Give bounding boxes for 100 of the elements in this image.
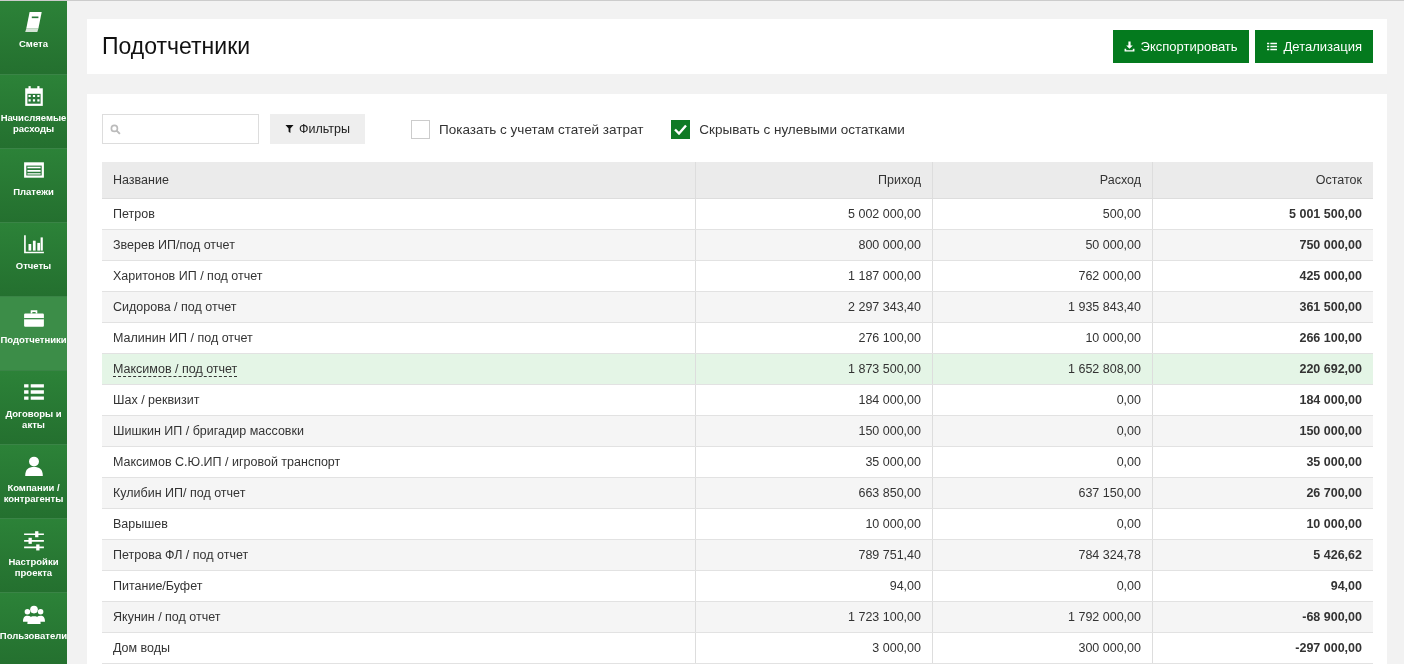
row-name-link[interactable]: Максимов / под отчет <box>113 362 238 377</box>
table-cell: -297 000,00 <box>1295 641 1362 655</box>
table-row[interactable]: Петров 5 002 000,00 500,00 5 001 500,00 <box>102 198 1373 230</box>
table-cell: 50 000,00 <box>1085 238 1141 252</box>
table-cell: 1 935 843,40 <box>1068 300 1141 314</box>
table-cell: Малинин ИП / под отчет <box>113 331 253 345</box>
sidebar-item[interactable]: Компании / контрагенты <box>0 445 67 519</box>
sidebar-item[interactable]: Отчеты <box>0 223 67 297</box>
table-cell: 150 000,00 <box>858 424 921 438</box>
table-cell: Сидорова / под отчет <box>113 300 237 314</box>
table-row[interactable]: Дом воды 3 000,00 300 000,00 -297 000,00 <box>102 632 1373 664</box>
table-cell: Петрова ФЛ / под отчет <box>113 548 249 562</box>
sidebar-item[interactable]: Начисляемые расходы <box>0 75 67 149</box>
search-field[interactable] <box>102 114 259 144</box>
table-row[interactable]: Питание/Буфет 94,00 0,00 94,00 <box>102 570 1373 602</box>
table-cell: 266 100,00 <box>1299 331 1362 345</box>
table-cell: 0,00 <box>1116 455 1141 469</box>
table-cell: 425 000,00 <box>1299 269 1362 283</box>
table-cell: 0,00 <box>1116 424 1141 438</box>
table-cell: 35 000,00 <box>1306 455 1362 469</box>
table-icon <box>22 159 45 181</box>
column-header[interactable]: Приход <box>695 162 933 199</box>
table-cell: 94,00 <box>1330 579 1362 593</box>
table-cell: 5 426,62 <box>1313 548 1362 562</box>
table-cell: Варышев <box>113 517 168 531</box>
briefcase-icon <box>22 307 45 329</box>
table-cell: 750 000,00 <box>1299 238 1362 252</box>
table-cell: 35 000,00 <box>865 455 921 469</box>
table-cell: 0,00 <box>1116 517 1141 531</box>
table-cell: 762 000,00 <box>1078 269 1141 283</box>
table-cell: 2 297 343,40 <box>848 300 921 314</box>
checkbox-label: Скрывать с нулевыми остатками <box>699 121 905 137</box>
table-row[interactable]: Шишкин ИП / бригадир массовки 150 000,00 0,00 150 000,00 <box>102 415 1373 447</box>
table-cell: Питание/Буфет <box>113 579 203 593</box>
table-cell: 361 500,00 <box>1299 300 1362 314</box>
table-cell: 637 150,00 <box>1078 486 1141 500</box>
table-cell: 3 000,00 <box>872 641 921 655</box>
details-button[interactable]: Детализация <box>1254 30 1373 63</box>
users-icon <box>22 603 45 625</box>
table-cell: Харитонов ИП / под отчет <box>113 269 263 283</box>
table-row[interactable]: Максимов / под отчет 1 873 500,00 1 652 808,00 220 692,00 <box>102 353 1373 385</box>
sidebar-item[interactable]: Смета <box>0 1 67 75</box>
table-cell: 150 000,00 <box>1299 424 1362 438</box>
table-cell: 663 850,00 <box>858 486 921 500</box>
table-cell: 10 000,00 <box>1085 331 1141 345</box>
table-cell: 94,00 <box>889 579 921 593</box>
checkbox[interactable] <box>671 119 691 139</box>
table-cell: 500,00 <box>1102 207 1141 221</box>
table-row[interactable]: Малинин ИП / под отчет 276 100,00 10 000,00 266 100,00 <box>102 322 1373 354</box>
calendar-icon <box>22 85 45 107</box>
column-header[interactable]: Название <box>102 162 696 199</box>
table-cell: 0,00 <box>1116 579 1141 593</box>
sidebar-item[interactable]: Подотчетники <box>0 297 67 371</box>
table-cell: 184 000,00 <box>858 393 921 407</box>
table-cell: Якунин / под отчет <box>113 610 221 624</box>
table-row[interactable]: Варышев 10 000,00 0,00 10 000,00 <box>102 508 1373 540</box>
table-cell: Дом воды <box>113 641 171 655</box>
table-cell: 1 652 808,00 <box>1068 362 1141 376</box>
table-row[interactable]: Сидорова / под отчет 2 297 343,40 1 935 843,40 361 500,00 <box>102 291 1373 323</box>
table-cell: 220 692,00 <box>1299 362 1362 376</box>
table-cell: 5 002 000,00 <box>848 207 921 221</box>
checkbox-label: Показать с учетам статей затрат <box>439 121 644 137</box>
table-row[interactable]: Шах / реквизит 184 000,00 0,00 184 000,00 <box>102 384 1373 416</box>
filter-button[interactable]: Фильтры <box>270 114 365 144</box>
table-row[interactable]: Якунин / под отчет 1 723 100,00 1 792 000,00 -68 900,00 <box>102 601 1373 633</box>
sidebar-item[interactable]: Платежи <box>0 149 67 223</box>
user-icon <box>22 455 45 477</box>
table-row[interactable]: Максимов С.Ю.ИП / игровой транспорт 35 000,00 0,00 35 000,00 <box>102 446 1373 478</box>
table-cell: 10 000,00 <box>1306 517 1362 531</box>
sidebar-item[interactable]: Настройки проекта <box>0 519 67 593</box>
table-cell: 26 700,00 <box>1306 486 1362 500</box>
table-cell: 1 723 100,00 <box>848 610 921 624</box>
table-cell: 789 751,40 <box>858 548 921 562</box>
list-icon <box>1265 41 1278 52</box>
table-cell: 276 100,00 <box>858 331 921 345</box>
table-cell: 784 324,78 <box>1078 548 1141 562</box>
table-cell: 1 187 000,00 <box>848 269 921 283</box>
download-icon <box>1123 41 1135 52</box>
table-cell: Кулибин ИП/ под отчет <box>113 486 246 500</box>
export-button[interactable]: Экспортировать <box>1112 30 1249 63</box>
filter-icon <box>285 124 294 134</box>
table-row[interactable]: Зверев ИП/под отчет 800 000,00 50 000,00 750 000,00 <box>102 229 1373 261</box>
column-header[interactable]: Остаток <box>1152 162 1373 199</box>
sliders-icon <box>22 529 45 551</box>
table-cell: 5 001 500,00 <box>1289 207 1362 221</box>
table-cell: 1 873 500,00 <box>848 362 921 376</box>
column-header[interactable]: Расход <box>932 162 1153 199</box>
bar-chart-icon <box>22 233 45 255</box>
sidebar-item[interactable]: Договоры и акты <box>0 371 67 445</box>
table-row[interactable]: Петрова ФЛ / под отчет 789 751,40 784 324,78 5 426,62 <box>102 539 1373 571</box>
table-row[interactable]: Харитонов ИП / под отчет 1 187 000,00 762 000,00 425 000,00 <box>102 260 1373 292</box>
table-cell: Зверев ИП/под отчет <box>113 238 235 252</box>
table-cell: Петров <box>113 207 155 221</box>
table-row[interactable]: Кулибин ИП/ под отчет 663 850,00 637 150,00 26 700,00 <box>102 477 1373 509</box>
book-icon <box>22 11 45 33</box>
table-cell: 0,00 <box>1116 393 1141 407</box>
table-cell: 300 000,00 <box>1078 641 1141 655</box>
search-icon <box>110 123 121 135</box>
table-cell: Максимов С.Ю.ИП / игровой транспорт <box>113 455 341 469</box>
table-cell: Шишкин ИП / бригадир массовки <box>113 424 304 438</box>
